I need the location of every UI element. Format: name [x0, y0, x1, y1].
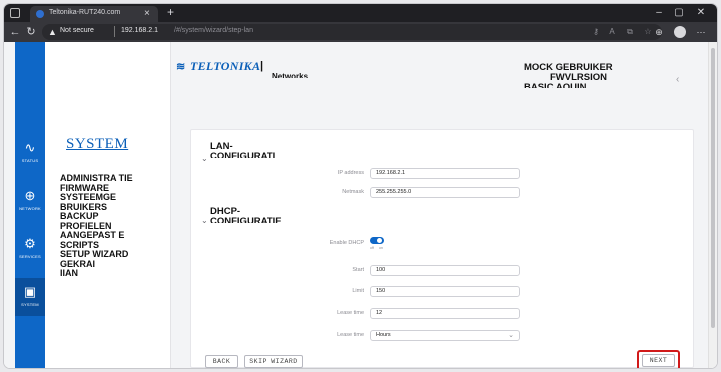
close-window-icon[interactable]: ✕ — [694, 5, 708, 20]
minimize-icon[interactable]: – — [652, 5, 666, 20]
chevron-left-icon[interactable]: ‹ — [676, 74, 679, 85]
tab-close-icon[interactable]: × — [144, 7, 150, 21]
lease-time-input[interactable]: 12 — [370, 308, 520, 319]
system-menu-title[interactable]: SYSTEM — [66, 136, 128, 153]
basic-mode-label: BASIC AQUIN — [524, 83, 654, 88]
menu-item-custom-scripts[interactable]: AANGEPAST E SCRIPTS — [60, 230, 156, 250]
url-divider — [114, 26, 115, 37]
pulse-icon: ∿ — [24, 140, 36, 155]
lan-section-title[interactable]: LAN- CONFIGURATI — [210, 141, 360, 159]
dhcp-title-line2: CONFIGURATIE — [210, 217, 282, 223]
page-scrollbar[interactable] — [708, 42, 717, 368]
menu-item-lan[interactable]: IIAN — [60, 268, 156, 279]
logo-divider: | — [260, 60, 264, 72]
url-path: /#/system/wizard/step-lan — [174, 27, 253, 34]
dhcp-section-title[interactable]: DHCP- CONFIGURATIE — [210, 206, 360, 224]
lease-unit-value: Hours — [376, 332, 391, 338]
skip-wizard-button[interactable]: SKIP WIZARD — [244, 355, 303, 368]
nav-services[interactable]: ⚙ SERVICES — [15, 230, 45, 268]
lan-title-line2: CONFIGURATI — [210, 152, 276, 158]
chevron-down-icon: ⌄ — [508, 332, 514, 339]
lease-time-label: Lease time — [337, 310, 364, 316]
logo-text: TELTONIKA — [190, 59, 261, 73]
chevron-down-icon[interactable]: ⌄ — [201, 216, 208, 225]
device-info: MOCK GEBRUIKER FWVLRSION BASIC AQUIN — [524, 63, 654, 89]
not-secure-label[interactable]: Not secure — [60, 27, 94, 34]
netmask-label: Netmask — [342, 189, 364, 195]
start-label: Start — [352, 267, 364, 273]
scrollbar-thumb[interactable] — [711, 48, 715, 328]
system-icon: ▣ — [23, 284, 37, 299]
limit-label: Limit — [352, 288, 364, 294]
favicon-icon — [36, 10, 44, 18]
logo-swoosh-icon: ≋ — [176, 61, 186, 73]
toggle-on-label: on — [379, 246, 383, 250]
browser-tab[interactable]: Teltonika-RUT240.com × — [30, 6, 158, 22]
chevron-down-icon[interactable]: ⌄ — [201, 154, 208, 163]
next-button-highlight — [637, 350, 680, 368]
limit-input[interactable]: 150 — [370, 286, 520, 297]
logo-subtitle: Networks — [272, 72, 309, 78]
ip-address-label: IP address — [337, 170, 364, 176]
more-menu-icon[interactable]: ⋯ — [694, 25, 708, 39]
read-aloud-icon[interactable]: A — [606, 26, 618, 38]
url-host: 192.168.2.1 — [121, 27, 158, 34]
tab-title: Teltonika-RUT240.com — [49, 9, 121, 16]
url-field[interactable]: ▲ Not secure 192.168.2.1 /#/system/wizar… — [42, 24, 662, 40]
nav-system[interactable]: ▣ SYSTEM — [15, 278, 45, 316]
lease-unit-label: Lease time — [337, 332, 364, 338]
main-nav-rail: ∿ STATUS ⊕ NETWORK ⚙ SERVICES ▣ SYSTEM — [15, 42, 45, 368]
firmware-version-label: FWVLRSION — [550, 72, 607, 83]
extension-icon[interactable]: ⧉ — [624, 26, 636, 38]
system-menu-list: ADMINISTRA TIE FIRMWARE SYSTEEMGE BRUIKE… — [60, 173, 156, 279]
back-button[interactable]: BACK — [205, 355, 238, 368]
enable-dhcp-label: Enable DHCP — [329, 240, 364, 246]
key-icon[interactable]: ⚷ — [590, 26, 602, 38]
nav-status[interactable]: ∿ STATUS — [15, 134, 45, 172]
enable-dhcp-toggle[interactable] — [370, 237, 384, 244]
router-page: ∿ STATUS ⊕ NETWORK ⚙ SERVICES ▣ SYSTEM S… — [4, 42, 717, 368]
nav-label: NETWORK — [19, 206, 41, 211]
teltonika-logo[interactable]: ≋ TELTONIKA | Networks — [176, 56, 336, 82]
warning-icon: ▲ — [48, 27, 57, 37]
toggle-off-label: off — [370, 246, 374, 250]
lease-unit-select[interactable]: Hours ⌄ — [370, 330, 520, 341]
title-bar: Teltonika-RUT240.com × + – ▢ ✕ — [4, 4, 717, 22]
ip-address-input[interactable]: 192.168.2.1 — [370, 168, 520, 179]
globe-icon: ⊕ — [24, 188, 36, 203]
reload-icon[interactable]: ↻ — [24, 24, 38, 40]
collections-icon[interactable]: ⊕ — [652, 25, 666, 39]
menu-item-system-users[interactable]: SYSTEEMGE BRUIKERS — [60, 192, 156, 212]
nav-label: SYSTEM — [21, 302, 39, 307]
toggle-knob — [377, 238, 382, 243]
nav-label: STATUS — [21, 158, 39, 163]
back-arrow-icon[interactable]: ← — [8, 24, 22, 40]
address-bar: ← ↻ ▲ Not secure 192.168.2.1 /#/system/w… — [4, 22, 717, 42]
start-input[interactable]: 100 — [370, 265, 520, 276]
gear-icon: ⚙ — [24, 236, 36, 251]
dhcp-title-line1: DHCP- — [210, 206, 241, 217]
maximize-icon[interactable]: ▢ — [672, 5, 686, 20]
nav-network[interactable]: ⊕ NETWORK — [15, 182, 45, 220]
window-menu-icon[interactable] — [10, 8, 20, 18]
profile-avatar[interactable] — [674, 26, 686, 38]
netmask-input[interactable]: 255.255.255.0 — [370, 187, 520, 198]
browser-window: Teltonika-RUT240.com × + – ▢ ✕ ← ↻ ▲ Not… — [4, 4, 717, 368]
new-tab-icon[interactable]: + — [167, 5, 174, 20]
lan-title-line1: LAN- — [210, 141, 233, 152]
nav-label: SERVICES — [19, 254, 41, 259]
